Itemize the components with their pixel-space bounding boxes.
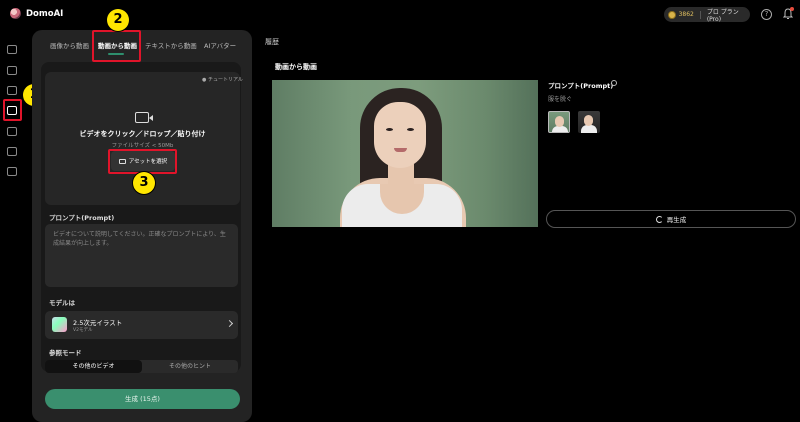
thumb-figure-body (552, 126, 568, 132)
domoai-logo-icon (10, 8, 21, 19)
highlight-box-1 (3, 99, 22, 121)
prompt-label: プロンプト(Prompt) (49, 214, 115, 222)
result-thumbnail[interactable] (578, 111, 600, 133)
copy-icon[interactable] (611, 80, 617, 86)
tab-text-to-video[interactable]: テキストから動画 (145, 40, 197, 50)
chat-icon[interactable] (7, 86, 17, 95)
video-camera-icon (135, 112, 153, 123)
swap-icon[interactable] (7, 147, 17, 156)
plan-label: プロ プラン(Pro) (706, 8, 739, 23)
history-prompt-label: プロンプト(Prompt) (548, 82, 614, 90)
image-icon[interactable] (7, 127, 17, 136)
result-video-preview[interactable] (272, 80, 538, 227)
model-label: モデルは (49, 299, 75, 307)
model-name: 2.5次元イラスト (73, 319, 123, 327)
home-icon[interactable] (7, 45, 17, 54)
upload-title: ビデオをクリック／ドロップ／貼り付け (79, 130, 206, 138)
upload-file-size-hint: ファイルサイズ < 50Mb (111, 143, 174, 149)
reference-mode-toggle: その他のビデオ その他のヒント (45, 360, 238, 373)
thumb-figure-face (584, 115, 593, 126)
coin-icon (668, 10, 676, 19)
reference-mode-label: 参照モード (49, 349, 82, 357)
tutorial-label: チュートリアル (207, 77, 243, 83)
generate-button[interactable]: 生成 (15点) (45, 389, 240, 409)
tab-ai-avatar[interactable]: AIアバター (204, 40, 236, 50)
model-thumbnail (52, 317, 67, 332)
step-badge-3: 3 (133, 172, 155, 194)
preview-eye-left (386, 128, 393, 131)
question-circle-icon[interactable]: ? (761, 9, 772, 20)
layers-icon[interactable] (7, 167, 17, 176)
history-heading: 履歴 (265, 38, 279, 46)
highlight-box-3 (108, 149, 177, 174)
tutorial-link[interactable]: ● チュートリアル (202, 76, 243, 83)
preview-figure-face (374, 102, 426, 168)
credits-plan-pill[interactable]: 3862 プロ プラン(Pro) (664, 7, 750, 23)
preview-mouth (394, 148, 407, 152)
thumb-figure-body (581, 125, 597, 133)
divider (699, 10, 701, 19)
refresh-icon (655, 215, 663, 223)
app-name: DomoAI (26, 8, 64, 19)
step-badge-2: 2 (107, 9, 129, 31)
model-selector[interactable]: 2.5次元イラスト V2モデル (45, 311, 238, 339)
reference-option-other-video[interactable]: その他のビデオ (45, 360, 142, 373)
highlight-box-2 (92, 30, 141, 62)
notification-dot (790, 7, 794, 11)
credit-count: 3862 (678, 11, 694, 18)
history-card-title: 動画から動画 (275, 63, 317, 71)
source-thumbnail[interactable] (548, 111, 570, 133)
prompt-textarea[interactable]: ビデオについて説明してください。正確なプロンプトにより、生成結果が向上します。 (45, 224, 238, 287)
model-version: V2モデル (73, 328, 93, 333)
reference-option-other-hint[interactable]: その他のヒント (142, 360, 238, 373)
history-prompt-text: 服を脱ぐ (548, 96, 573, 103)
preview-eye-right (407, 128, 414, 131)
regenerate-button[interactable]: 再生成 (546, 210, 796, 228)
tab-image-to-video[interactable]: 画像から動画 (50, 40, 89, 50)
chevron-right-icon (225, 319, 234, 328)
regenerate-label: 再生成 (666, 216, 687, 224)
thumb-figure-face (555, 116, 564, 127)
brand[interactable]: DomoAI (10, 8, 63, 19)
gallery-icon[interactable] (7, 66, 17, 75)
mode-tabs: 画像から動画 動画から動画 テキストから動画 AIアバター (46, 40, 246, 54)
